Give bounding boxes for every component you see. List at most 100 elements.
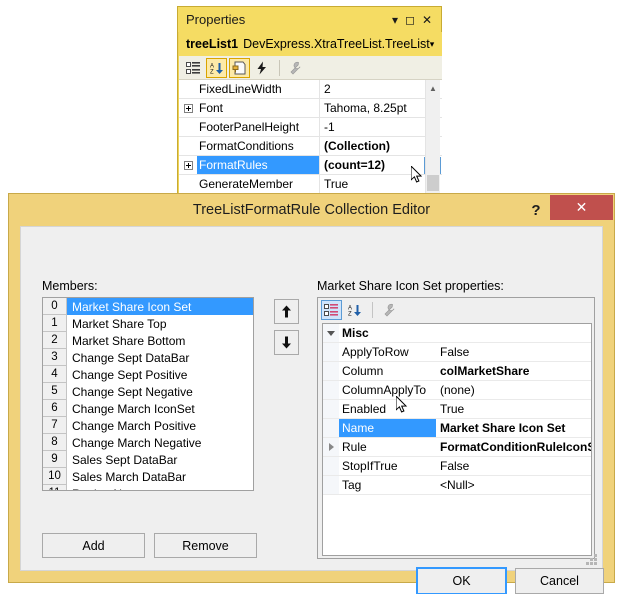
row-expander-slot bbox=[323, 381, 339, 399]
list-item[interactable]: 4 Change Sept Positive bbox=[43, 366, 253, 383]
list-item[interactable]: 11 Region Name bbox=[43, 485, 253, 490]
list-item[interactable]: 0 Market Share Icon Set bbox=[43, 298, 253, 315]
list-item-label: Change Sept Negative bbox=[72, 384, 193, 399]
property-row[interactable]: GenerateMember True bbox=[179, 175, 442, 194]
dropdown-caret-icon[interactable]: ▾ bbox=[392, 14, 398, 26]
properties-panel-toolbar: A Z bbox=[318, 298, 594, 322]
alphabetical-sort-icon[interactable]: A Z bbox=[344, 300, 365, 320]
list-item[interactable]: 2 Market Share Bottom bbox=[43, 332, 253, 349]
list-item[interactable]: 8 Change March Negative bbox=[43, 434, 253, 451]
property-name: Tag bbox=[342, 478, 362, 492]
help-button[interactable]: ? bbox=[526, 199, 546, 221]
cancel-button[interactable]: Cancel bbox=[515, 568, 604, 594]
list-item[interactable]: 5 Change Sept Negative bbox=[43, 383, 253, 400]
arrow-down-icon bbox=[282, 336, 291, 349]
property-value[interactable]: 2 bbox=[320, 80, 442, 98]
move-up-button[interactable] bbox=[274, 299, 299, 324]
toolbar-separator bbox=[372, 302, 373, 318]
property-name: StopIfTrue bbox=[342, 459, 398, 473]
scroll-up-arrow-icon[interactable]: ▲ bbox=[426, 80, 440, 97]
move-down-button[interactable] bbox=[274, 330, 299, 355]
property-value[interactable]: (count=12) bbox=[320, 156, 424, 174]
property-value[interactable]: FormatConditionRuleIconSet bbox=[436, 438, 591, 456]
members-list[interactable]: 0 Market Share Icon Set 1 Market Share T… bbox=[42, 297, 254, 491]
list-item-index: 9 bbox=[43, 451, 67, 468]
properties-titlebar-buttons: ▾ ◻ ✕ bbox=[392, 14, 432, 26]
property-row-rule[interactable]: Rule FormatConditionRuleIconSet bbox=[323, 438, 591, 457]
property-name: FooterPanelHeight bbox=[197, 118, 320, 136]
property-row[interactable]: Enabled True bbox=[323, 400, 591, 419]
list-item-label: Change Sept Positive bbox=[72, 367, 188, 382]
property-pages-wrench-icon[interactable] bbox=[378, 300, 399, 320]
row-expander-slot bbox=[323, 476, 339, 494]
list-item-index: 7 bbox=[43, 417, 67, 434]
list-item[interactable]: 6 Change March IconSet bbox=[43, 400, 253, 417]
property-name: FormatConditions bbox=[197, 137, 320, 155]
remove-button[interactable]: Remove bbox=[154, 533, 257, 558]
collection-editor-dialog: TreeListFormatRule Collection Editor ? ✕… bbox=[8, 193, 615, 594]
list-item[interactable]: 7 Change March Positive bbox=[43, 417, 253, 434]
property-value[interactable]: False bbox=[436, 457, 591, 475]
property-value[interactable]: Tahoma, 8.25pt bbox=[320, 99, 442, 117]
list-item[interactable]: 3 Change Sept DataBar bbox=[43, 349, 253, 366]
list-item-index: 0 bbox=[43, 298, 67, 315]
scrollbar-thumb[interactable] bbox=[427, 175, 439, 191]
property-value[interactable]: -1 bbox=[320, 118, 442, 136]
list-item-index: 2 bbox=[43, 332, 67, 349]
property-value[interactable]: False bbox=[436, 343, 591, 361]
row-expander-slot bbox=[323, 457, 339, 475]
property-row[interactable]: ApplyToRow False bbox=[323, 343, 591, 362]
list-item-index: 10 bbox=[43, 468, 67, 485]
properties-grid-scrollbar[interactable]: ▲ bbox=[425, 80, 440, 194]
properties-page-icon[interactable] bbox=[229, 57, 250, 78]
property-value[interactable]: colMarketShare bbox=[436, 362, 591, 380]
maximize-icon[interactable]: ◻ bbox=[405, 14, 415, 26]
list-item[interactable]: 1 Market Share Top bbox=[43, 315, 253, 332]
property-value[interactable]: (Collection) bbox=[320, 137, 442, 155]
ok-button[interactable]: OK bbox=[416, 567, 507, 594]
category-expander[interactable] bbox=[323, 324, 339, 342]
add-button[interactable]: Add bbox=[42, 533, 145, 558]
selected-item-property-grid[interactable]: Misc ApplyToRow False Column colMarketSh… bbox=[322, 323, 592, 556]
chevron-down-icon[interactable]: ▾ bbox=[430, 39, 435, 50]
close-button[interactable]: ✕ bbox=[550, 195, 613, 220]
properties-grid[interactable]: FixedLineWidth 2 Font Tahoma, 8.25pt Foo… bbox=[179, 80, 442, 194]
list-item[interactable]: 9 Sales Sept DataBar bbox=[43, 451, 253, 468]
list-item[interactable]: 10 Sales March DataBar bbox=[43, 468, 253, 485]
property-row-name[interactable]: Name Market Share Icon Set bbox=[323, 419, 591, 438]
row-expander-slot bbox=[323, 362, 339, 380]
property-value[interactable]: True bbox=[436, 400, 591, 418]
row-expander-slot[interactable] bbox=[179, 160, 197, 170]
alphabetical-sort-icon[interactable]: A Z bbox=[206, 57, 227, 78]
expand-plus-icon[interactable] bbox=[183, 160, 193, 170]
property-row[interactable]: Tag <Null> bbox=[323, 476, 591, 495]
property-row[interactable]: FixedLineWidth 2 bbox=[179, 80, 442, 99]
property-row[interactable]: StopIfTrue False bbox=[323, 457, 591, 476]
properties-object-selector[interactable]: treeList1 DevExpress.XtraTreeList.TreeLi… bbox=[179, 32, 442, 56]
mouse-cursor-dialog bbox=[395, 394, 409, 415]
property-category-row[interactable]: Misc bbox=[323, 324, 591, 343]
property-row[interactable]: ColumnApplyTo (none) bbox=[323, 381, 591, 400]
properties-toolbar: A Z bbox=[179, 56, 442, 80]
row-expander[interactable] bbox=[323, 438, 339, 456]
row-expander-slot[interactable] bbox=[179, 103, 197, 113]
property-pages-wrench-icon[interactable] bbox=[284, 58, 305, 78]
resize-grip[interactable] bbox=[586, 554, 598, 566]
list-item-index: 6 bbox=[43, 400, 67, 417]
property-row[interactable]: FooterPanelHeight -1 bbox=[179, 118, 442, 137]
property-row-formatrules[interactable]: FormatRules (count=12) ... bbox=[179, 156, 442, 175]
expand-plus-icon[interactable] bbox=[183, 103, 193, 113]
categorized-icon[interactable] bbox=[183, 58, 204, 78]
close-icon[interactable]: ✕ bbox=[422, 14, 432, 26]
property-value[interactable]: <Null> bbox=[436, 476, 591, 494]
dialog-titlebar: TreeListFormatRule Collection Editor bbox=[9, 194, 614, 226]
property-name: Enabled bbox=[342, 402, 387, 416]
property-row[interactable]: FormatConditions (Collection) bbox=[179, 137, 442, 156]
events-lightning-icon[interactable] bbox=[252, 58, 273, 78]
property-value[interactable]: Market Share Icon Set bbox=[436, 419, 591, 437]
property-row[interactable]: Font Tahoma, 8.25pt bbox=[179, 99, 442, 118]
categorized-icon[interactable] bbox=[321, 300, 342, 320]
property-row[interactable]: Column colMarketShare bbox=[323, 362, 591, 381]
list-item-index: 5 bbox=[43, 383, 67, 400]
property-value[interactable]: (none) bbox=[436, 381, 591, 399]
